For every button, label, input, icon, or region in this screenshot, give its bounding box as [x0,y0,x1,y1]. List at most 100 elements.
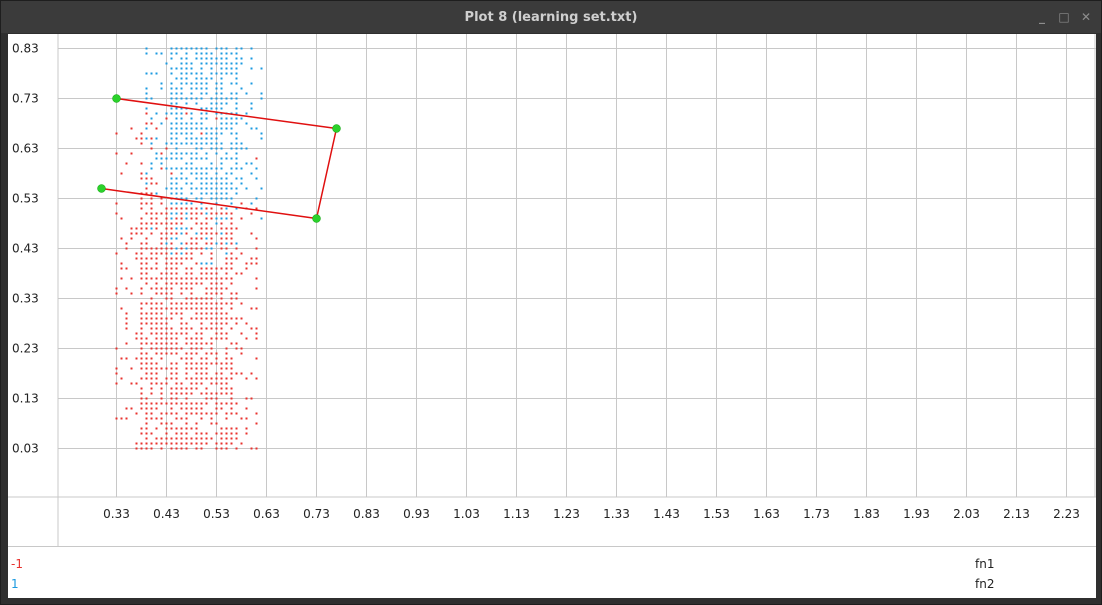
data-point [215,127,218,130]
title-bar[interactable]: Plot 8 (learning set.txt) _ □ ✕ [1,1,1101,33]
data-point [215,242,218,245]
data-point [225,237,228,240]
data-point [145,372,148,375]
data-point [225,52,228,55]
data-point [165,382,168,385]
x-tick-label: 0.53 [203,507,230,521]
data-point [220,187,223,190]
data-point [150,142,153,145]
data-point [180,432,183,435]
data-point [205,232,208,235]
data-point [190,62,193,65]
data-point [200,432,203,435]
data-point [210,272,213,275]
data-point [170,412,173,415]
scatter-chart[interactable]: 0.33 0.43 0.53 0.63 0.73 0.83 0.93 1.03 1.13 1.23… [8,34,1096,547]
data-point [160,87,163,90]
data-point [180,387,183,390]
maximize-button[interactable]: □ [1055,8,1073,26]
data-point [215,187,218,190]
data-point [155,307,158,310]
data-point [180,127,183,130]
data-point [255,157,258,160]
data-point [215,132,218,135]
data-point [175,217,178,220]
data-point [250,202,253,205]
data-point [210,67,213,70]
data-point [230,372,233,375]
data-point [155,302,158,305]
data-point [170,292,173,295]
data-point [210,347,213,350]
data-point [235,427,238,430]
data-point [215,432,218,435]
data-point [180,317,183,320]
close-button[interactable]: ✕ [1077,8,1095,26]
data-point [170,437,173,440]
data-point [180,282,183,285]
data-point [185,77,188,80]
data-point [230,72,233,75]
data-point [165,282,168,285]
data-point [230,377,233,380]
data-point [140,222,143,225]
data-point [250,107,253,110]
data-point [195,72,198,75]
data-point [165,337,168,340]
data-point [145,227,148,230]
data-point [175,182,178,185]
data-point [115,367,118,370]
data-point [175,227,178,230]
data-point [145,112,148,115]
data-point [195,277,198,280]
data-point [170,352,173,355]
data-point [145,202,148,205]
plot-area[interactable]: 0.33 0.43 0.53 0.63 0.73 0.83 0.93 1.03 1.13 1.23… [8,34,1096,598]
data-point [145,277,148,280]
data-point [175,402,178,405]
data-point [140,397,143,400]
data-point [160,302,163,305]
minimize-button[interactable]: _ [1033,8,1051,26]
data-point [145,237,148,240]
data-point [195,432,198,435]
data-point [195,57,198,60]
data-point [155,217,158,220]
data-point [160,52,163,55]
data-point [225,97,228,100]
data-point [220,72,223,75]
data-point [175,122,178,125]
data-point [195,422,198,425]
data-point [145,427,148,430]
data-point [210,192,213,195]
data-point [210,312,213,315]
data-point [210,137,213,140]
data-point [190,367,193,370]
data-point [190,127,193,130]
data-point [225,427,228,430]
data-point [215,422,218,425]
data-point [190,252,193,255]
data-point [230,92,233,95]
data-point [210,147,213,150]
data-point [215,382,218,385]
data-point [210,247,213,250]
data-point [170,262,173,265]
data-point [220,197,223,200]
data-point [140,332,143,335]
data-point [190,342,193,345]
data-point [230,232,233,235]
data-point [190,247,193,250]
data-point [170,222,173,225]
data-point [155,437,158,440]
data-point [240,182,243,185]
data-point [215,447,218,450]
data-point [190,307,193,310]
data-point [135,332,138,335]
data-point [240,417,243,420]
data-point [160,237,163,240]
data-point [190,347,193,350]
data-point [190,427,193,430]
data-point [170,132,173,135]
data-point [190,392,193,395]
